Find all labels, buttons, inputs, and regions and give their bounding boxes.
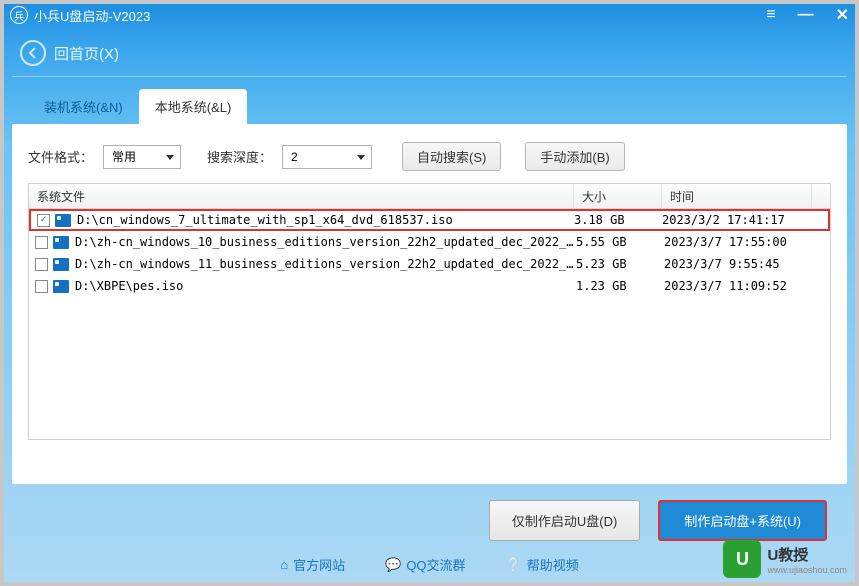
qq-group-link[interactable]: 💬 QQ交流群: [385, 555, 465, 574]
watermark-name: U教授: [767, 544, 847, 565]
help-icon: ❔: [506, 557, 522, 573]
file-table: 系统文件 大小 时间 D:\cn_windows_7_ultimate_with…: [28, 183, 831, 440]
app-icon: 兵: [10, 6, 28, 24]
arrow-left-icon: [26, 46, 40, 60]
table-row[interactable]: D:\zh-cn_windows_11_business_editions_ve…: [29, 253, 830, 275]
disk-icon: [53, 280, 69, 293]
divider: [12, 76, 847, 77]
footer-buttons: 仅制作启动U盘(D) 制作启动盘+系统(U): [12, 484, 847, 541]
make-usb-only-button[interactable]: 仅制作启动U盘(D): [489, 500, 640, 541]
depth-value: 2: [291, 150, 298, 164]
content-area: 装机系统(&N) 本地系统(&L) 文件格式： 常用 搜索深度： 2 自动搜索(…: [12, 89, 847, 541]
file-path: D:\cn_windows_7_ultimate_with_sp1_x64_dv…: [77, 213, 574, 227]
file-time: 2023/3/7 17:55:00: [664, 235, 826, 249]
row-checkbox[interactable]: [35, 236, 48, 249]
file-time: 2023/3/7 11:09:52: [664, 279, 826, 293]
format-value: 常用: [112, 148, 136, 165]
tabs: 装机系统(&N) 本地系统(&L): [28, 89, 847, 124]
disk-icon: [53, 236, 69, 249]
watermark-text-group: U教授 www.ujiaoshou.com: [767, 544, 847, 575]
watermark: U U教授 www.ujiaoshou.com: [723, 540, 847, 578]
row-checkbox[interactable]: [35, 258, 48, 271]
depth-select[interactable]: 2: [282, 145, 372, 169]
menu-icon[interactable]: ≡: [766, 6, 775, 24]
back-label[interactable]: 回首页(X): [54, 43, 119, 64]
titlebar: 兵 小兵U盘启动-V2023 ≡ — ✕: [0, 0, 859, 30]
file-time: 2023/3/2 17:41:17: [662, 213, 824, 227]
file-size: 5.55 GB: [576, 235, 664, 249]
back-row: 回首页(X): [0, 30, 859, 66]
panel: 文件格式： 常用 搜索深度： 2 自动搜索(S) 手动添加(B) 系统文件 大小…: [12, 124, 847, 484]
disk-icon: [53, 258, 69, 271]
make-usb-system-button[interactable]: 制作启动盘+系统(U): [658, 500, 827, 541]
tab-install-system[interactable]: 装机系统(&N): [28, 89, 139, 124]
file-time: 2023/3/7 9:55:45: [664, 257, 826, 271]
watermark-url: www.ujiaoshou.com: [767, 565, 847, 575]
help-video-link[interactable]: ❔ 帮助视频: [506, 555, 579, 574]
format-label: 文件格式：: [28, 147, 93, 166]
help-label: 帮助视频: [527, 555, 579, 574]
site-label: 官方网站: [293, 555, 345, 574]
back-button[interactable]: [20, 40, 46, 66]
watermark-badge: U: [723, 540, 761, 578]
minimize-button[interactable]: —: [798, 6, 814, 24]
file-path: D:\zh-cn_windows_10_business_editions_ve…: [75, 235, 576, 249]
th-time[interactable]: 时间: [662, 184, 812, 208]
table-header: 系统文件 大小 时间: [29, 184, 830, 209]
th-end: [812, 184, 830, 208]
home-icon: ⌂: [280, 557, 288, 572]
app-title: 小兵U盘启动-V2023: [34, 6, 766, 25]
file-size: 5.23 GB: [576, 257, 664, 271]
row-checkbox[interactable]: [37, 214, 50, 227]
app-window: 兵 小兵U盘启动-V2023 ≡ — ✕ 回首页(X) 装机系统(&N) 本地系…: [0, 0, 859, 586]
th-file[interactable]: 系统文件: [29, 184, 574, 208]
format-select[interactable]: 常用: [103, 145, 181, 169]
manual-add-button[interactable]: 手动添加(B): [525, 142, 624, 171]
chat-icon: 💬: [385, 557, 401, 573]
table-row[interactable]: D:\XBPE\pes.iso1.23 GB2023/3/7 11:09:52: [29, 275, 830, 297]
close-button[interactable]: ✕: [836, 5, 849, 25]
official-site-link[interactable]: ⌂ 官方网站: [280, 555, 345, 574]
table-row[interactable]: D:\zh-cn_windows_10_business_editions_ve…: [29, 231, 830, 253]
file-path: D:\XBPE\pes.iso: [75, 279, 576, 293]
controls-row: 文件格式： 常用 搜索深度： 2 自动搜索(S) 手动添加(B): [28, 142, 831, 171]
table-row[interactable]: D:\cn_windows_7_ultimate_with_sp1_x64_dv…: [29, 209, 830, 231]
table-body: D:\cn_windows_7_ultimate_with_sp1_x64_dv…: [29, 209, 830, 439]
depth-label: 搜索深度：: [207, 147, 272, 166]
qq-label: QQ交流群: [406, 555, 465, 574]
file-size: 3.18 GB: [574, 213, 662, 227]
file-size: 1.23 GB: [576, 279, 664, 293]
tab-local-system[interactable]: 本地系统(&L): [139, 89, 248, 124]
window-controls: ≡ — ✕: [766, 5, 849, 25]
row-checkbox[interactable]: [35, 280, 48, 293]
disk-icon: [55, 214, 71, 227]
th-size[interactable]: 大小: [574, 184, 662, 208]
file-path: D:\zh-cn_windows_11_business_editions_ve…: [75, 257, 576, 271]
auto-search-button[interactable]: 自动搜索(S): [402, 142, 501, 171]
